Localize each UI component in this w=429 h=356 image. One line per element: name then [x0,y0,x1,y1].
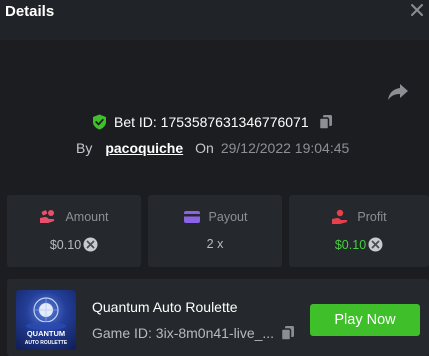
amount-label: Amount [65,210,109,224]
game-thumbnail[interactable]: QUANTUM AUTO ROULETTE [16,290,76,350]
wallet-card-icon [183,211,200,223]
modal-title: Details [5,3,55,20]
bet-id-text: Bet ID: 1753587631346776071 [114,114,309,130]
bet-datetime: 29/12/2022 19:04:45 [220,140,350,156]
bet-id-row: Bet ID: 1753587631346776071 [92,113,334,131]
thumb-title-line2: AUTO ROULETTE [25,340,68,346]
amount-card: Amount $0.10 [7,195,141,267]
username-link[interactable]: pacoquiche [105,140,183,156]
game-id-row: Game ID: 3ix-8m0n41-live_... [92,325,296,341]
payout-label: Payout [208,210,248,224]
game-name[interactable]: Quantum Auto Roulette [92,299,238,315]
profit-value: $0.10 [334,237,367,252]
bet-meta-row: By pacoquiche On 29/12/2022 19:04:45 [76,140,349,156]
share-arrow-icon[interactable] [386,82,410,102]
coin-icon [83,237,98,252]
game-card: QUANTUM AUTO ROULETTE Quantum Auto Roule… [7,279,429,356]
on-label: On [195,140,214,156]
payout-value: 2 x [206,237,224,251]
hand-coins-icon [40,210,55,223]
copy-icon[interactable] [318,114,334,130]
thumb-title-line1: QUANTUM [27,329,65,338]
copy-icon[interactable] [280,325,296,341]
close-icon[interactable] [408,1,426,19]
amount-value: $0.10 [49,237,82,252]
profit-card: Profit $0.10 [289,195,429,267]
modal-header: Details [0,0,429,40]
play-now-button[interactable]: Play Now [310,304,420,336]
payout-card: Payout 2 x [148,195,282,267]
coin-icon [368,237,383,252]
by-label: By [76,140,93,156]
profit-label: Profit [357,210,387,224]
bet-details-modal: Details Bet ID: 1753587631346776071 By p… [0,0,429,356]
shield-check-icon [92,114,107,130]
game-id-text: Game ID: 3ix-8m0n41-live_... [92,325,275,341]
hand-coin-icon [332,209,348,224]
